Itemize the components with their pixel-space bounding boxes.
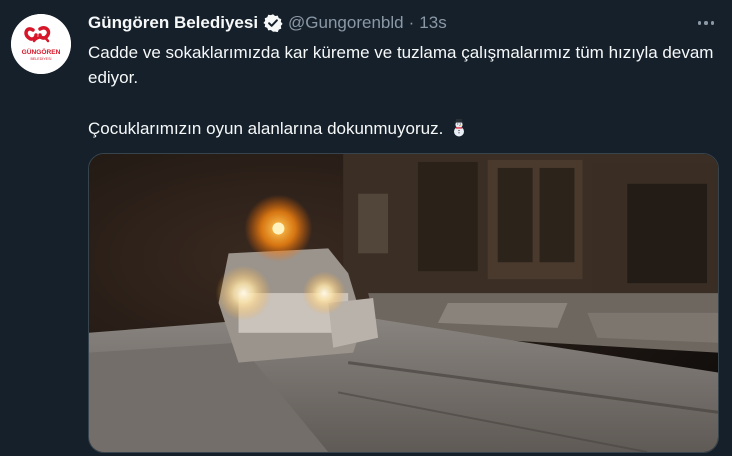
avatar[interactable]: GÜNGÖREN BELEDİYESİ (11, 14, 71, 74)
tweet-text: Cadde ve sokaklarımızda kar küreme ve tu… (88, 40, 718, 141)
tweet-text-line-1: Cadde ve sokaklarımızda kar küreme ve tu… (88, 43, 714, 87)
handle[interactable]: @Gungorenbld (288, 13, 404, 33)
tweet-text-line-2: Çocuklarımızın oyun alanlarına dokunmuyo… (88, 119, 444, 138)
more-options-icon[interactable] (694, 12, 718, 34)
display-name[interactable]: Güngören Belediyesi (88, 13, 258, 33)
gungoren-logo-icon: GÜNGÖREN BELEDİYESİ (11, 14, 71, 74)
tweet-card[interactable]: GÜNGÖREN BELEDİYESİ Güngören Belediyesi … (0, 0, 732, 456)
tweet-media-video[interactable] (88, 153, 719, 453)
snowman-emoji-icon (454, 119, 465, 137)
logo-subtext: BELEDİYESİ (31, 56, 52, 61)
logo-text: GÜNGÖREN (22, 47, 61, 56)
tweet-header: Güngören Belediyesi @Gungorenbld · 13s (88, 11, 692, 35)
timestamp[interactable]: 13s (419, 13, 446, 33)
separator-dot: · (408, 13, 415, 32)
verified-badge-icon (263, 14, 283, 33)
video-thumbnail (89, 154, 718, 452)
